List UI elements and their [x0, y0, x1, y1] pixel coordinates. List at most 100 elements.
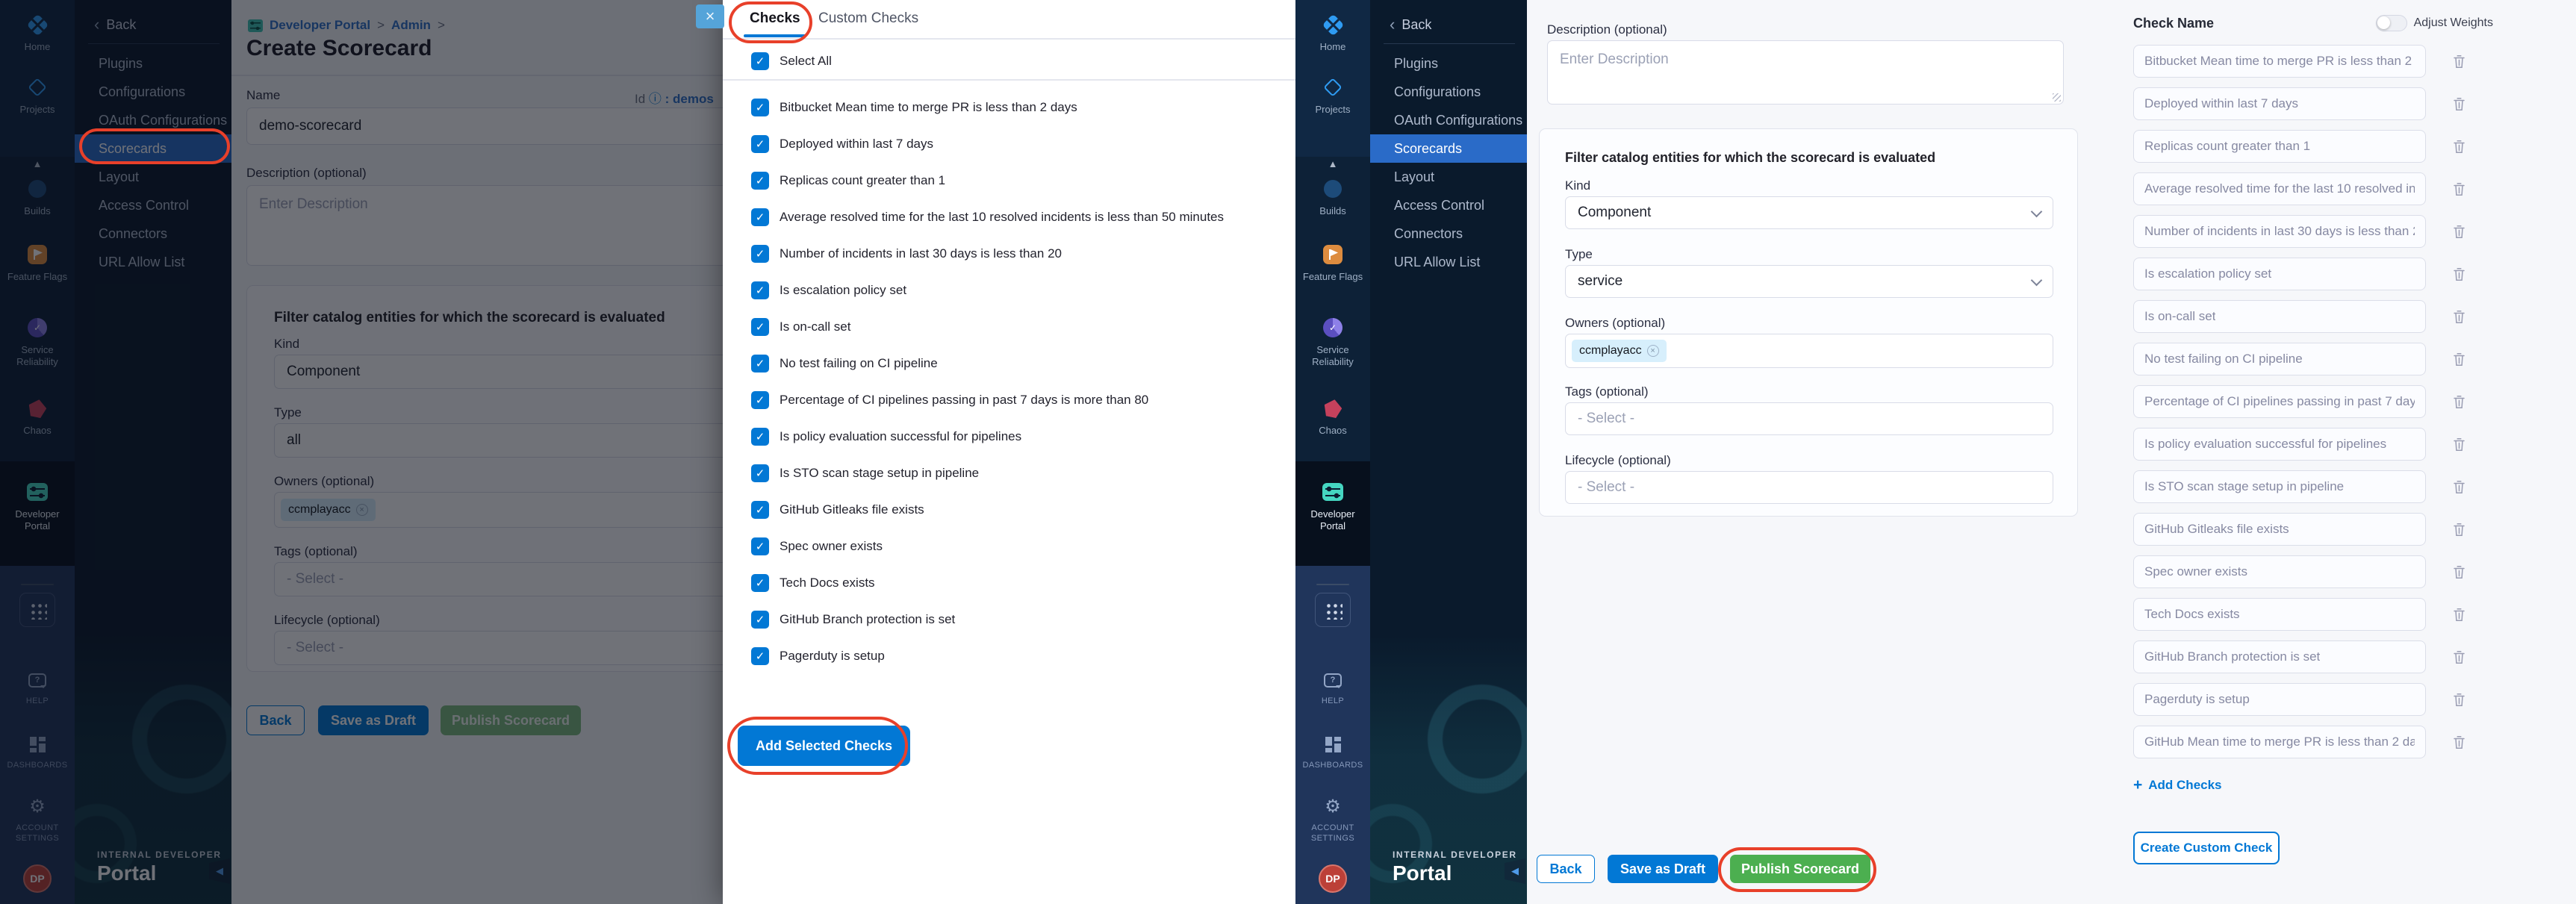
check-name-input[interactable]: Spec owner exists	[2133, 555, 2426, 588]
trash-icon[interactable]	[2453, 352, 2465, 367]
check-name-input[interactable]: GitHub Mean time to merge PR is less tha…	[2133, 726, 2426, 758]
publish-scorecard-button[interactable]: Publish Scorecard	[1730, 855, 1870, 883]
check-name-input[interactable]: Bitbucket Mean time to merge PR is less …	[2133, 45, 2426, 78]
check-option[interactable]: Spec owner exists	[751, 537, 1273, 555]
check-option[interactable]: Number of incidents in last 30 days is l…	[751, 245, 1273, 263]
sidebar-item-service-reliability[interactable]: Service Reliability	[1295, 317, 1370, 369]
checkbox-checked-icon[interactable]	[751, 574, 769, 592]
trash-icon[interactable]	[2453, 182, 2465, 196]
sidebar-item-feature-flags[interactable]: Feature Flags	[1295, 243, 1370, 283]
menu-item[interactable]: URL Allow List	[1370, 248, 1527, 276]
create-custom-check-button[interactable]: Create Custom Check	[2133, 832, 2280, 864]
trash-icon[interactable]	[2453, 523, 2465, 537]
remove-chip-icon[interactable]: ×	[1647, 345, 1659, 357]
check-name-input[interactable]: Percentage of CI pipelines passing in pa…	[2133, 385, 2426, 418]
sidebar-item-account-settings[interactable]: ⚙ACCOUNT SETTINGS	[1295, 796, 1370, 844]
sidebar-item-help[interactable]: HELP	[1295, 669, 1370, 707]
trash-icon[interactable]	[2453, 650, 2465, 664]
check-name-input[interactable]: Is on-call set	[2133, 300, 2426, 333]
trash-icon[interactable]	[2453, 735, 2465, 749]
check-option[interactable]: Pagerduty is setup	[751, 647, 1273, 665]
checkbox-checked-icon[interactable]	[751, 611, 769, 629]
trash-icon[interactable]	[2453, 608, 2465, 622]
type-select[interactable]: service	[1565, 265, 2053, 298]
sidebar-item-chaos[interactable]: Chaos	[1295, 397, 1370, 437]
check-name-input[interactable]: Number of incidents in last 30 days is l…	[2133, 215, 2426, 248]
check-option[interactable]: Percentage of CI pipelines passing in pa…	[751, 391, 1273, 409]
checkbox-checked-icon[interactable]	[751, 464, 769, 482]
user-avatar[interactable]: DP	[1319, 864, 1347, 893]
back-link[interactable]: ‹Back	[1390, 16, 1431, 33]
checkbox-checked-icon[interactable]	[751, 501, 769, 519]
save-as-draft-button[interactable]: Save as Draft	[1608, 855, 1718, 883]
menu-item[interactable]: Access Control	[1370, 191, 1527, 219]
checkbox-checked-icon[interactable]	[751, 281, 769, 299]
checkbox-checked-icon[interactable]	[751, 647, 769, 665]
trash-icon[interactable]	[2453, 140, 2465, 154]
checkbox-checked-icon[interactable]	[751, 135, 769, 153]
check-option[interactable]: Deployed within last 7 days	[751, 135, 1273, 153]
check-name-input[interactable]: Is STO scan stage setup in pipeline	[2133, 470, 2426, 503]
checkbox-checked-icon[interactable]	[751, 355, 769, 372]
adjust-weights-toggle[interactable]	[2376, 15, 2407, 31]
trash-icon[interactable]	[2453, 693, 2465, 707]
check-option[interactable]: Is escalation policy set	[751, 281, 1273, 299]
scroll-up-icon[interactable]: ▲	[1295, 158, 1370, 169]
sidebar-item-projects[interactable]: Projects	[1295, 76, 1370, 116]
tab-custom-checks[interactable]: Custom Checks	[818, 10, 918, 27]
checkbox-checked-icon[interactable]	[751, 52, 769, 70]
menu-item[interactable]: Plugins	[1370, 49, 1527, 78]
check-option[interactable]: Bitbucket Mean time to merge PR is less …	[751, 99, 1273, 116]
trash-icon[interactable]	[2453, 437, 2465, 452]
sidebar-item-developer-portal[interactable]: Developer Portal	[1295, 481, 1370, 533]
trash-icon[interactable]	[2453, 267, 2465, 281]
check-name-input[interactable]: GitHub Gitleaks file exists	[2133, 513, 2426, 546]
check-option[interactable]: Replicas count greater than 1	[751, 172, 1273, 190]
checkbox-checked-icon[interactable]	[751, 391, 769, 409]
menu-item[interactable]: Configurations	[1370, 78, 1527, 106]
menu-item[interactable]: OAuth Configurations	[1370, 106, 1527, 134]
trash-icon[interactable]	[2453, 480, 2465, 494]
checkbox-checked-icon[interactable]	[751, 245, 769, 263]
select-all-row[interactable]: Select All	[751, 52, 832, 70]
check-option[interactable]: Average resolved time for the last 10 re…	[751, 208, 1273, 226]
check-option[interactable]: Is policy evaluation successful for pipe…	[751, 428, 1273, 446]
checkbox-checked-icon[interactable]	[751, 99, 769, 116]
check-name-input[interactable]: Average resolved time for the last 10 re…	[2133, 172, 2426, 205]
check-name-input[interactable]: Is escalation policy set	[2133, 258, 2426, 290]
menu-item[interactable]: Scorecards	[1370, 134, 1527, 163]
check-option[interactable]: Is on-call set	[751, 318, 1273, 336]
check-option[interactable]: GitHub Branch protection is set	[751, 611, 1273, 629]
sidebar-item-home[interactable]: Home	[1295, 13, 1370, 53]
owners-input[interactable]: ccmplayacc×	[1565, 334, 2053, 368]
check-name-input[interactable]: No test failing on CI pipeline	[2133, 343, 2426, 375]
add-checks-link[interactable]: + Add Checks	[2133, 776, 2493, 794]
module-switcher-button[interactable]	[1315, 593, 1351, 627]
menu-item[interactable]: Connectors	[1370, 219, 1527, 248]
check-option[interactable]: No test failing on CI pipeline	[751, 355, 1273, 372]
lifecycle-select[interactable]: - Select -	[1565, 471, 2053, 504]
add-selected-checks-button[interactable]: Add Selected Checks	[738, 726, 910, 766]
tags-select[interactable]: - Select -	[1565, 402, 2053, 435]
check-name-input[interactable]: Deployed within last 7 days	[2133, 87, 2426, 120]
checkbox-checked-icon[interactable]	[751, 208, 769, 226]
checkbox-checked-icon[interactable]	[751, 172, 769, 190]
sidebar-item-builds[interactable]: Builds	[1295, 178, 1370, 217]
trash-icon[interactable]	[2453, 310, 2465, 324]
checkbox-checked-icon[interactable]	[751, 537, 769, 555]
check-option[interactable]: GitHub Gitleaks file exists	[751, 501, 1273, 519]
trash-icon[interactable]	[2453, 225, 2465, 239]
check-option[interactable]: Is STO scan stage setup in pipeline	[751, 464, 1273, 482]
trash-icon[interactable]	[2453, 395, 2465, 409]
check-name-input[interactable]: Tech Docs exists	[2133, 598, 2426, 631]
checkbox-checked-icon[interactable]	[751, 428, 769, 446]
tab-checks[interactable]: Checks	[750, 10, 800, 27]
check-name-input[interactable]: Replicas count greater than 1	[2133, 130, 2426, 163]
checkbox-checked-icon[interactable]	[751, 318, 769, 336]
close-icon[interactable]: ×	[696, 4, 724, 28]
check-name-input[interactable]: GitHub Branch protection is set	[2133, 640, 2426, 673]
check-option[interactable]: Tech Docs exists	[751, 574, 1273, 592]
description-input[interactable]: Enter Description	[1547, 40, 2064, 105]
check-name-input[interactable]: Pagerduty is setup	[2133, 683, 2426, 716]
check-name-input[interactable]: Is policy evaluation successful for pipe…	[2133, 428, 2426, 461]
